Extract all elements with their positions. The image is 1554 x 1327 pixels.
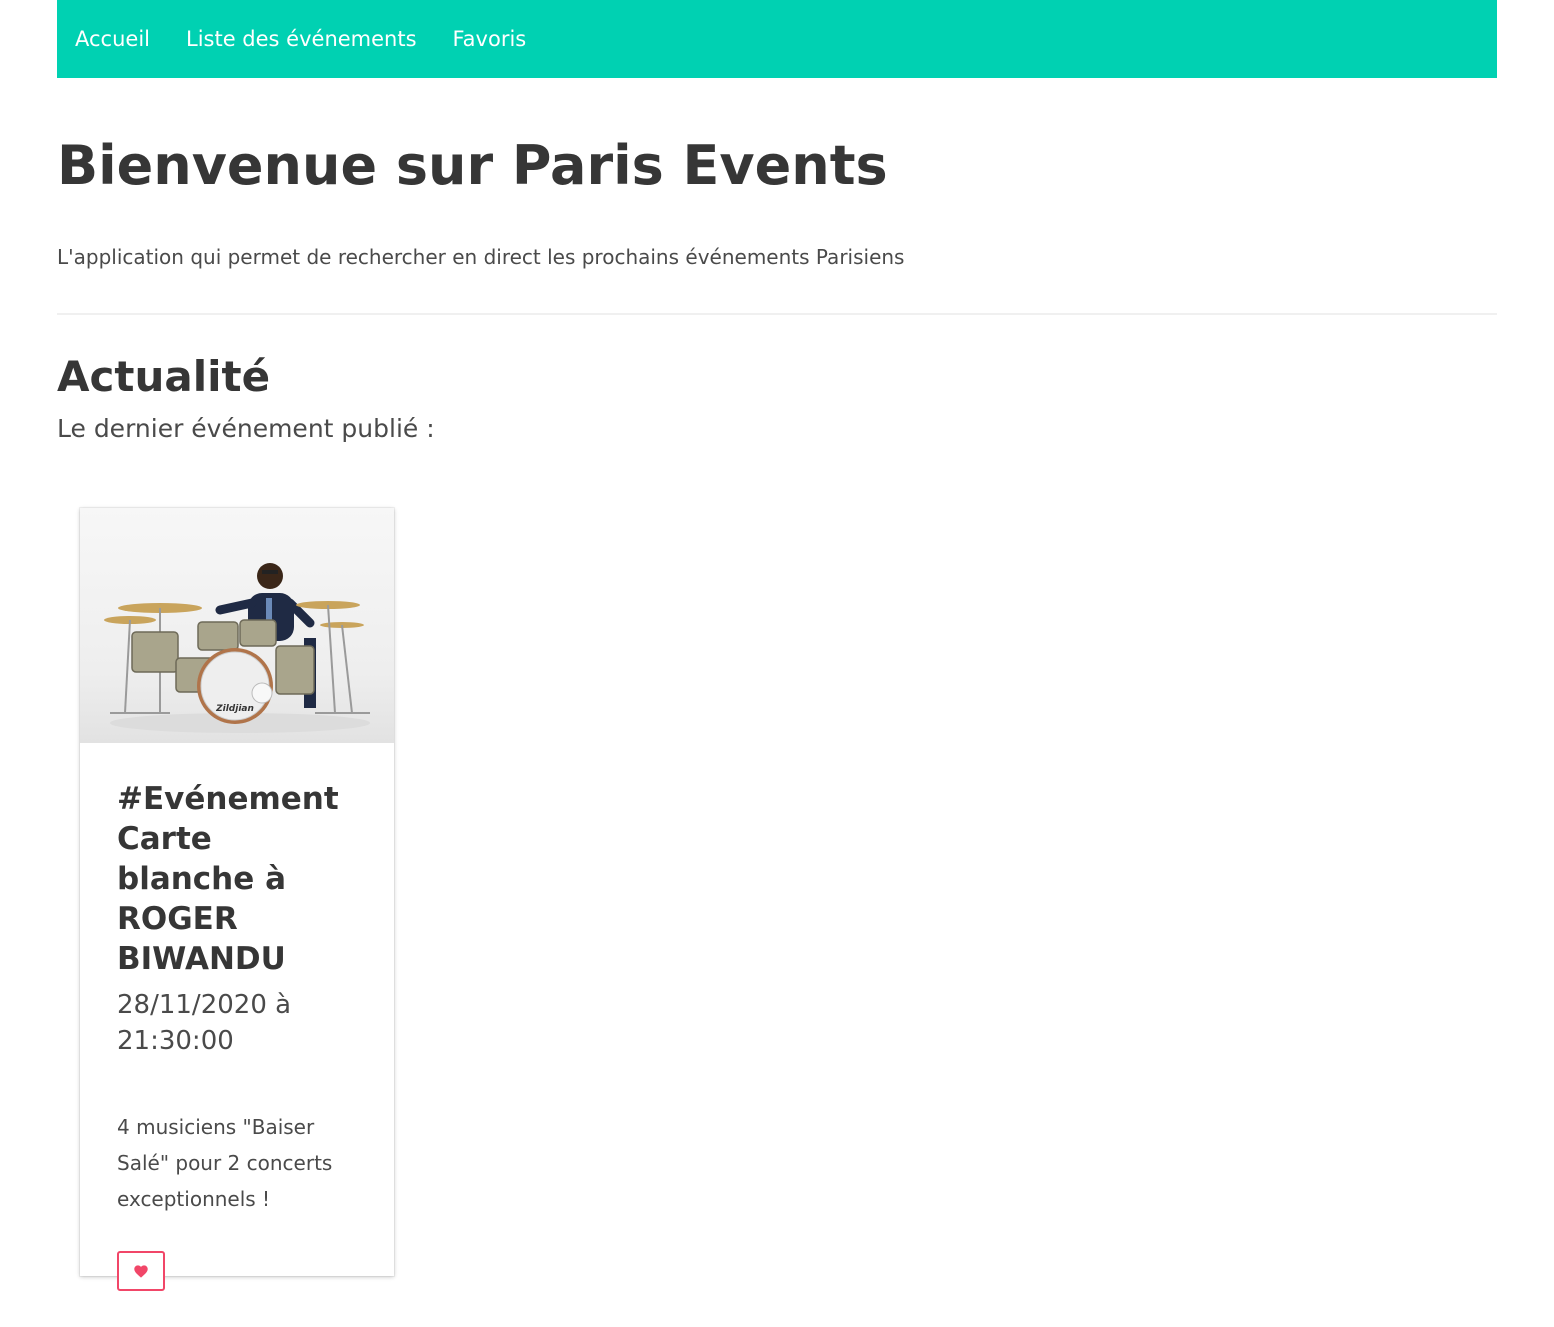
event-card-content: #Evénement Carte blanche à ROGER BIWANDU…: [80, 743, 394, 1327]
nav-item-accueil[interactable]: Accueil: [75, 27, 150, 51]
divider: [57, 313, 1497, 315]
nav-item-liste-evenements[interactable]: Liste des événements: [186, 27, 417, 51]
nav-item-favoris[interactable]: Favoris: [453, 27, 527, 51]
drum-kit-illustration: Zildjian: [104, 563, 370, 733]
section-subtitle: Le dernier événement publié :: [57, 414, 435, 443]
event-card: Zildjian #Evénement Carte blanche à ROGE…: [80, 508, 394, 1291]
heart-icon: [134, 1264, 148, 1278]
event-image: Zildjian: [80, 508, 394, 743]
page-title: Bienvenue sur Paris Events: [57, 134, 888, 197]
event-title: #Evénement Carte blanche à ROGER BIWANDU: [117, 781, 339, 977]
section-title: Actualité: [57, 352, 271, 401]
event-date: 28/11/2020 à 21:30:00: [117, 990, 292, 1056]
event-description: 4 musiciens "Baiser Salé" pour 2 concert…: [117, 1115, 333, 1211]
navbar: Accueil Liste des événements Favoris: [57, 0, 1497, 78]
page-subtitle: L'application qui permet de rechercher e…: [57, 245, 905, 269]
favorite-button[interactable]: [117, 1251, 165, 1291]
bass-drum-logo: Zildjian: [215, 704, 254, 714]
